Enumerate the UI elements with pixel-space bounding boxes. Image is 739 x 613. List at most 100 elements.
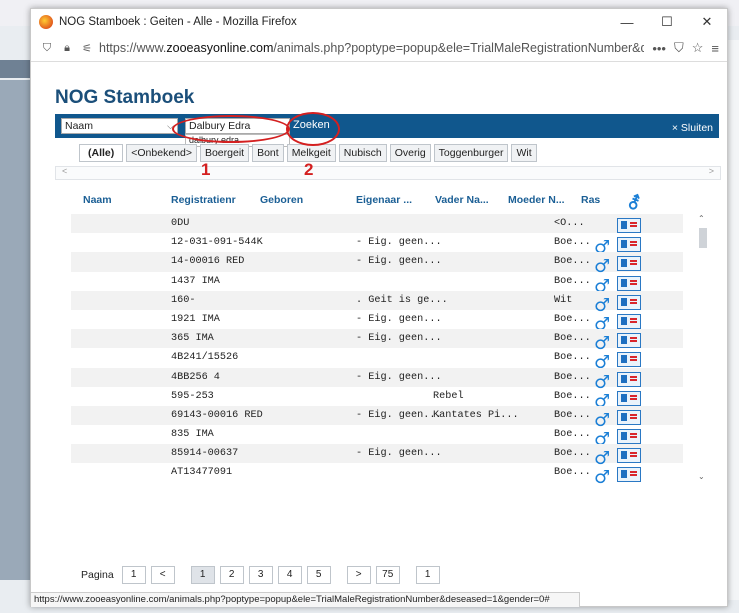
column-header-ras[interactable]: Ras [581,194,600,206]
permissions-icon[interactable]: ⚟ [79,42,95,55]
popup-window: NOG Stamboek : Geiten - Alle - Mozilla F… [30,8,728,607]
scrollbar-thumb[interactable] [699,228,707,248]
details-card-icon[interactable] [617,256,641,272]
column-header-naam[interactable]: Naam [83,194,112,206]
table-row[interactable]: 4B241/15526 Boe... ♂ [71,348,683,373]
page-button-3[interactable]: 3 [248,566,273,584]
status-bar-url: https://www.zooeasyonline.com/animals.ph… [31,592,580,607]
lock-icon[interactable]: 🔒︎ [59,42,75,55]
cell-registratienr: 365 IMA [171,333,214,345]
cell-ras: Wit [554,294,573,306]
tab-overig[interactable]: Overig [389,144,431,162]
cell-ras: Boe... [554,448,591,460]
close-window-button[interactable]: ✕ [687,14,727,30]
column-header-geboren[interactable]: Geboren [260,194,303,206]
page-first-button[interactable]: 1 [121,566,146,584]
table-row[interactable]: 835 IMA Boe... ♂ [71,425,683,450]
close-popup-button[interactable]: × Sluiten [672,122,713,134]
table-row[interactable]: 85914-00637- Eig. geen... Boe... ♂ [71,444,683,469]
column-header-eigenaar[interactable]: Eigenaar ... [356,194,412,206]
gender-column-icon[interactable]: ⚦ [627,194,641,214]
page-button-1[interactable]: 1 [190,566,215,584]
vertical-scrollbar[interactable]: ⌃ ⌄ [697,214,709,484]
page-prev-button[interactable]: < [150,566,175,584]
cell-ras: Boe... [554,275,591,287]
cell-registratienr: 4B241/15526 [171,352,239,364]
table-row[interactable]: 14-00016 RED - Eig. geen... Boe... ♂ [71,252,683,277]
cell-registratienr: 595-253 [171,390,214,402]
details-card-icon[interactable] [617,333,641,349]
page-actions-button[interactable]: ••• [652,41,666,56]
cell-ras: Boe... [554,237,591,249]
details-card-icon[interactable] [617,448,641,464]
bookmark-star-icon[interactable]: ☆ [692,40,704,56]
cell-eigenaar: - Eig. geen... [356,371,442,383]
details-card-icon[interactable] [617,275,641,291]
scroll-down-icon[interactable]: ⌄ [698,472,705,481]
cell-registratienr: 14-00016 RED [171,256,245,268]
menu-icon[interactable]: ≡ [711,41,719,56]
cell-registratienr: 1921 IMA [171,313,220,325]
table-row[interactable]: AT13477091 Boe... ♂ [71,463,683,488]
cell-registratienr: 69143-00016 RED [171,409,263,421]
page-button-2[interactable]: 2 [219,566,244,584]
page-goto-input[interactable]: 1 [415,566,440,584]
column-header-registratienr[interactable]: Registratienr [171,194,236,206]
search-field-select[interactable]: Naam ⌵ [61,118,178,134]
address-bar[interactable]: ⛉ 🔒︎ ⚟ https://www.zooeasyonline.com/ani… [31,35,727,62]
column-header-vader[interactable]: Vader Na... [435,194,489,206]
annotation-number-1: 1 [201,160,211,179]
table-row[interactable]: 160-. Geit is ge... Wit ♂ [71,290,683,316]
details-card-icon[interactable] [617,294,641,310]
table-row[interactable]: 0DU <O... [71,214,683,234]
page-button-5[interactable]: 5 [306,566,331,584]
tab-wit[interactable]: Wit [511,144,537,162]
page-button-4[interactable]: 4 [277,566,302,584]
horizontal-scrollbar[interactable]: < > [55,166,721,180]
table-row[interactable]: 4BB256 4- Eig. geen... Boe... ♂ [71,367,683,393]
scroll-up-icon[interactable]: ⌃ [698,214,705,223]
details-card-icon[interactable] [617,218,641,233]
cell-ras: Boe... [554,409,591,421]
url-text[interactable]: https://www.zooeasyonline.com/animals.ph… [99,41,644,55]
cell-registratienr: 835 IMA [171,429,214,441]
scroll-left-icon[interactable]: < [62,166,67,176]
cell-ras: Boe... [554,371,591,383]
details-card-icon[interactable] [617,467,641,483]
details-card-icon[interactable] [617,352,641,368]
minimize-button[interactable]: — [607,15,647,30]
details-card-icon[interactable] [617,371,641,387]
cell-eigenaar: - Eig. geen... [356,313,442,325]
maximize-button[interactable]: ☐ [647,14,687,30]
details-card-icon[interactable] [617,409,641,425]
annotation-number-2: 2 [304,160,314,179]
table-row[interactable]: 1921 IMA - Eig. geen... Boe... ♂ [71,310,683,335]
table-row[interactable]: 365 IMA - Eig. geen... Boe... ♂ [71,329,683,354]
table-row[interactable]: 12-031-091-544K - Eig. geen... Boe... ♂ [71,233,683,258]
tab-nubisch[interactable]: Nubisch [338,144,387,162]
column-header-moeder[interactable]: Moeder N... [508,194,565,206]
details-card-icon[interactable] [617,429,641,445]
tab-bont[interactable]: Bont [252,144,284,162]
search-field-value: Naam [65,120,94,132]
details-card-icon[interactable] [617,237,641,253]
search-bar: Naam ⌵ Dalbury Edra dalbury edra Zoeken … [55,114,719,147]
cell-eigenaar: - Eig. geen... [356,237,442,249]
details-card-icon[interactable] [617,390,641,406]
page-last-button[interactable]: 75 [375,566,400,584]
cell-eigenaar: - Eig. geen... [356,409,442,421]
scroll-right-icon[interactable]: > [709,166,714,176]
tab-toggenburger[interactable]: Toggenburger [433,144,509,162]
details-card-icon[interactable] [617,313,641,329]
cell-ras: Boe... [554,256,591,268]
tab-onbekend[interactable]: <Onbekend> [126,144,197,162]
firefox-logo-icon [39,15,53,29]
page-next-button[interactable]: > [346,566,371,584]
table-row[interactable]: 69143-00016 RED - Eig. geen... Kantates Pi… [71,405,683,431]
table-row[interactable]: 595-253 Rebel Boe... ♂ [71,387,683,412]
tab-alle[interactable]: (Alle) [79,144,124,162]
shield-icon[interactable]: ⛉ [39,42,55,55]
pocket-icon[interactable]: ⛉ [674,40,684,56]
cell-ras: Boe... [554,467,591,479]
table-row[interactable]: 1437 IMA Boe... ♂ [71,272,683,297]
